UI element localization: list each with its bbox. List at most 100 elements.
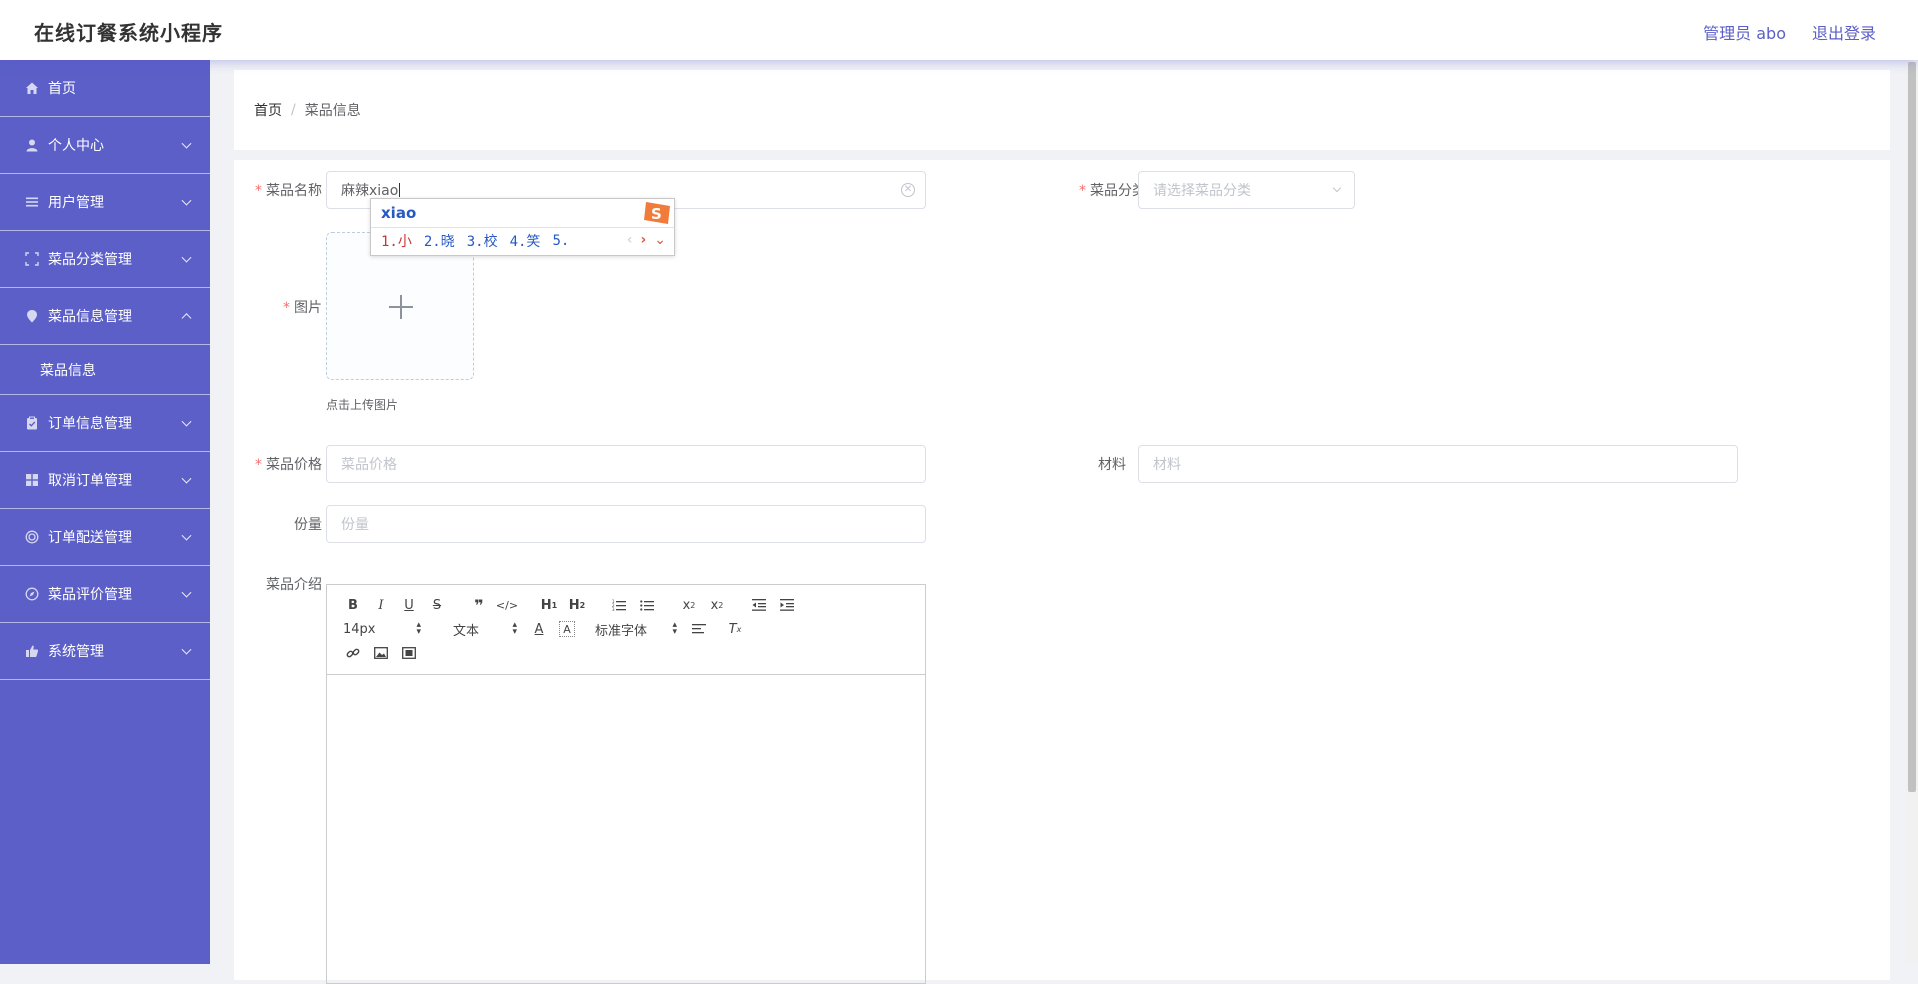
ime-candidate[interactable]: 5. (552, 233, 569, 249)
chevron-down-icon (181, 416, 192, 427)
ime-candidates: 1.小 2.晓 3.校 4.笑 5. (381, 231, 569, 251)
sidebar-item-user-management[interactable]: 用户管理 (0, 174, 210, 231)
ime-candidate[interactable]: 1.小 (381, 231, 412, 251)
image-icon[interactable] (367, 641, 395, 665)
bold-icon[interactable]: B (339, 593, 367, 617)
breadcrumb: 首页 / 菜品信息 (234, 70, 1890, 150)
sidebar-item-label: 个人中心 (48, 138, 104, 154)
thumb-icon (24, 643, 40, 659)
chevron-down-icon (181, 644, 192, 655)
sidebar-subitem-dish-info[interactable]: 菜品信息 (0, 345, 210, 395)
ime-expand-icon[interactable]: ⌄ (654, 232, 666, 248)
circle-icon (24, 529, 40, 545)
breadcrumb-home[interactable]: 首页 (254, 100, 282, 120)
portion-label: 份量 (294, 517, 322, 533)
sidebar-item-system[interactable]: 系统管理 (0, 623, 210, 680)
sogou-logo-icon: S (642, 199, 674, 227)
portion-input[interactable]: 份量 (326, 505, 926, 543)
header1-icon[interactable]: H1 (535, 593, 563, 617)
sidebar-item-label: 系统管理 (48, 644, 104, 660)
editor-content-area[interactable] (327, 675, 925, 984)
video-icon[interactable] (395, 641, 423, 665)
ime-candidate[interactable]: 4.笑 (510, 231, 541, 251)
upload-tip: 点击上传图片 (326, 398, 399, 412)
chevron-down-icon (181, 473, 192, 484)
user-icon (24, 137, 40, 153)
clipboard-icon (24, 415, 40, 431)
ime-nav: ‹ › ⌄ (627, 232, 666, 248)
ime-prev-page-icon[interactable]: ‹ (627, 232, 633, 248)
sidebar-item-label: 菜品评价管理 (48, 587, 132, 603)
background-color-icon[interactable]: A (559, 621, 575, 637)
svg-text:S: S (651, 205, 662, 223)
link-icon[interactable] (339, 641, 367, 665)
blockquote-icon[interactable]: ❞ (465, 593, 493, 617)
clear-icon[interactable]: ✕ (901, 183, 915, 197)
font-family-select[interactable]: 标准字体 ▴ ▾ (581, 617, 685, 641)
chevron-down-icon (181, 138, 192, 149)
dish-name-label: * 菜品名称 (255, 183, 322, 199)
material-input[interactable]: 材料 (1138, 445, 1738, 483)
dish-category-select[interactable]: 请选择菜品分类 (1138, 171, 1355, 209)
sidebar-item-order-delivery[interactable]: 订单配送管理 (0, 509, 210, 566)
page-scrollbar[interactable] (1906, 60, 1918, 964)
subscript-icon[interactable]: x2 (675, 593, 703, 617)
sidebar-item-order-info[interactable]: 订单信息管理 (0, 395, 210, 452)
sidebar-item-dish-review[interactable]: 菜品评价管理 (0, 566, 210, 623)
sidebar: 首页 个人中心 用户管理 菜品分类管理 菜品信息管理 菜品信息 订单信息管理 取… (0, 60, 210, 964)
scrollbar-thumb[interactable] (1908, 62, 1916, 792)
align-icon[interactable] (685, 617, 713, 641)
chevron-down-icon (181, 195, 192, 206)
font-color-icon[interactable]: A (525, 617, 553, 641)
admin-user-label[interactable]: 管理员 abo (1703, 20, 1786, 44)
breadcrumb-current: 菜品信息 (304, 103, 361, 119)
rich-text-editor: B I U S ❞ </> H1 H2 123 x2 x2 14px ▴ ▾ 文… (326, 584, 926, 984)
chevron-down-icon (181, 530, 192, 541)
code-block-icon[interactable]: </> (493, 593, 521, 617)
strike-icon[interactable]: S (423, 593, 451, 617)
logout-link[interactable]: 退出登录 (1812, 20, 1876, 44)
grid-icon (24, 472, 40, 488)
italic-icon[interactable]: I (367, 593, 395, 617)
top-header: 在线订餐系统小程序 管理员 abo 退出登录 (0, 0, 1918, 60)
sidebar-item-label: 菜品分类管理 (48, 252, 132, 268)
intro-label: 菜品介绍 (266, 577, 322, 593)
sidebar-item-label: 订单信息管理 (48, 416, 132, 432)
underline-icon[interactable]: U (395, 593, 423, 617)
sidebar-item-label: 首页 (48, 81, 76, 97)
editor-toolbar: B I U S ❞ </> H1 H2 123 x2 x2 14px ▴ ▾ 文… (327, 585, 925, 675)
crop-icon (24, 251, 40, 267)
ordered-list-icon[interactable]: 123 (605, 593, 633, 617)
ime-next-page-icon[interactable]: › (640, 232, 646, 248)
dish-price-input[interactable]: 菜品价格 (326, 445, 926, 483)
list-icon (24, 194, 40, 210)
sidebar-item-dish-category[interactable]: 菜品分类管理 (0, 231, 210, 288)
chevron-down-icon (181, 252, 192, 263)
indent-icon[interactable] (773, 593, 801, 617)
bullet-list-icon[interactable] (633, 593, 661, 617)
ime-candidate[interactable]: 2.晓 (424, 231, 455, 251)
svg-text:3: 3 (612, 607, 615, 611)
sidebar-item-dish-info[interactable]: 菜品信息管理 (0, 288, 210, 345)
home-icon (24, 80, 40, 96)
outdent-icon[interactable] (745, 593, 773, 617)
dish-category-label: * 菜品分类 (1079, 183, 1146, 199)
image-label: * 图片 (283, 300, 322, 316)
header2-icon[interactable]: H2 (563, 593, 591, 617)
chevron-down-icon (181, 587, 192, 598)
sidebar-item-personal-center[interactable]: 个人中心 (0, 117, 210, 174)
dish-price-label: * 菜品价格 (255, 457, 322, 473)
font-size-select[interactable]: 14px ▴ ▾ (339, 617, 429, 641)
material-label: 材料 (1098, 457, 1126, 473)
compass-icon (24, 586, 40, 602)
sidebar-item-home[interactable]: 首页 (0, 60, 210, 117)
sidebar-item-cancel-order[interactable]: 取消订单管理 (0, 452, 210, 509)
ime-candidate[interactable]: 3.校 (467, 231, 498, 251)
sidebar-item-label: 用户管理 (48, 195, 104, 211)
superscript-icon[interactable]: x2 (703, 593, 731, 617)
text-cursor (399, 183, 401, 197)
location-icon (24, 308, 40, 324)
clear-format-icon[interactable]: Tx (721, 617, 749, 641)
paragraph-select[interactable]: 文本 ▴ ▾ (429, 617, 525, 641)
ime-candidate-popup: xiao S 1.小 2.晓 3.校 4.笑 5. ‹ › ⌄ (370, 198, 675, 256)
